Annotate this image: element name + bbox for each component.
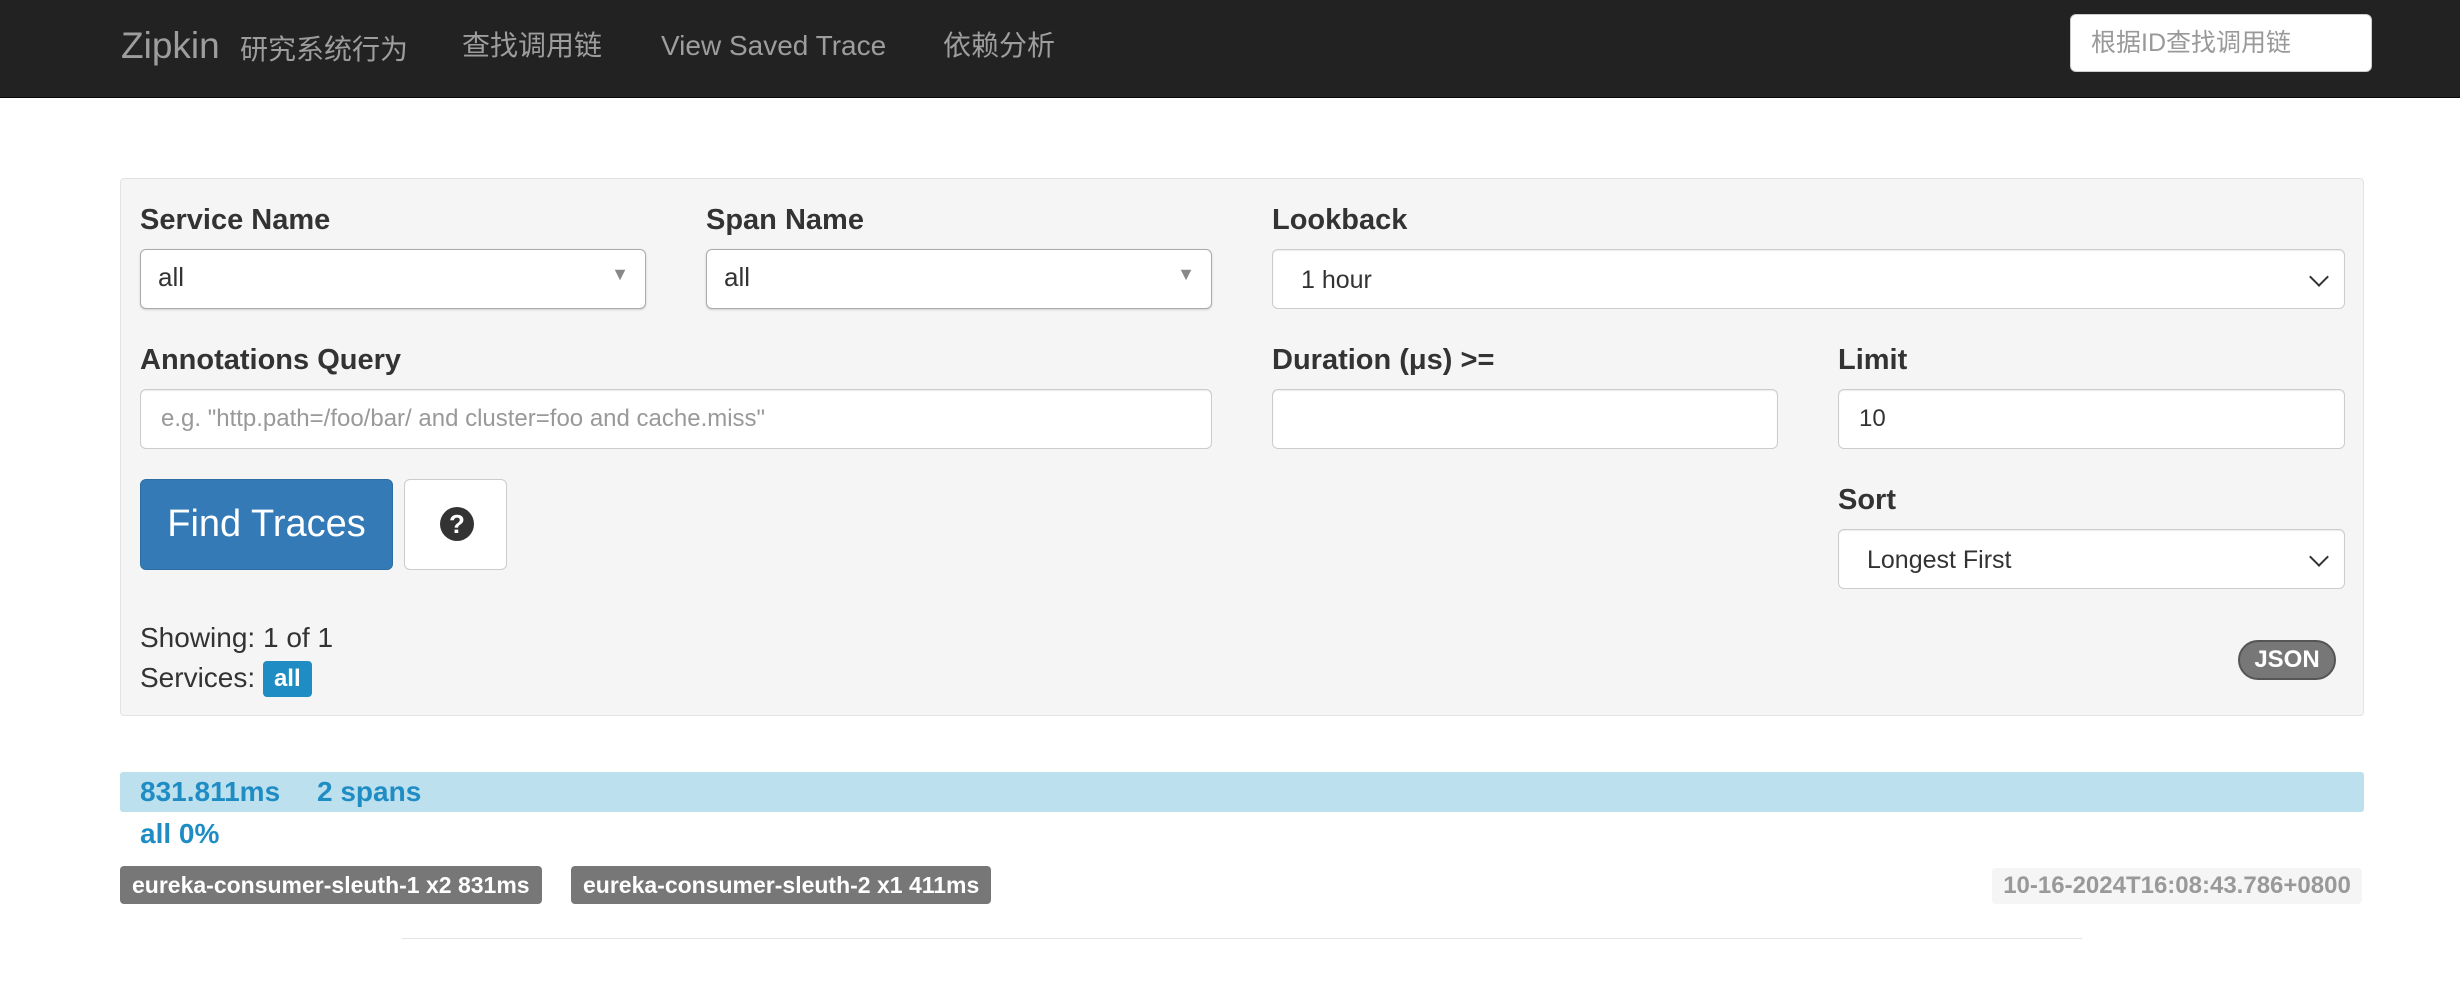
trace-service-percentage: all 0%: [140, 818, 220, 849]
dropdown-triangle-icon: ▼: [611, 264, 629, 284]
service-duration-badge[interactable]: eureka-consumer-sleuth-2 x1 411ms: [571, 866, 992, 904]
annotations-query-label: Annotations Query: [140, 344, 402, 376]
span-name-label: Span Name: [706, 204, 864, 236]
duration-label: Duration (μs) >=: [1272, 344, 1495, 376]
span-name-select[interactable]: all ▼: [706, 249, 1212, 309]
lookback-label: Lookback: [1272, 204, 1408, 236]
sort-value: Longest First: [1867, 546, 2012, 574]
limit-input[interactable]: [1838, 389, 2345, 449]
trace-id-search-input[interactable]: [2070, 14, 2372, 72]
service-name-select[interactable]: all ▼: [140, 249, 646, 309]
trace-duration-bar[interactable]: 831.811ms 2 spans: [120, 772, 2364, 812]
chevron-down-icon: [2309, 267, 2329, 287]
limit-label: Limit: [1838, 344, 1908, 376]
brand-subtitle: 研究系统行为: [240, 34, 409, 65]
services-label: Services:: [140, 662, 256, 693]
service-badge-all[interactable]: all: [262, 661, 312, 697]
search-panel: Service Name all ▼ Span Name all ▼ Lookb…: [120, 178, 2364, 716]
sort-label: Sort: [1838, 484, 1896, 516]
dropdown-triangle-icon: ▼: [1177, 264, 1195, 284]
trace-span-count: 2 spans: [317, 776, 422, 807]
nav-dependencies[interactable]: 依赖分析: [943, 26, 1055, 66]
sort-select[interactable]: Longest First: [1838, 529, 2345, 589]
results-count: Showing: 1 of 1: [140, 622, 334, 653]
trace-duration: 831.811ms: [140, 776, 281, 807]
nav-view-saved-trace[interactable]: View Saved Trace: [661, 26, 886, 66]
service-duration-badge[interactable]: eureka-consumer-sleuth-1 x2 831ms: [120, 866, 542, 904]
find-traces-button[interactable]: Find Traces: [140, 479, 393, 570]
nav-find-traces[interactable]: 查找调用链: [462, 26, 602, 66]
services-filter: Services: all: [140, 661, 312, 697]
span-name-value: all: [724, 262, 751, 292]
lookback-select[interactable]: 1 hour: [1272, 249, 2345, 309]
service-name-label: Service Name: [140, 204, 331, 236]
trace-timestamp: 10-16-2024T16:08:43.786+0800: [1992, 868, 2362, 904]
top-navbar: Zipkin 研究系统行为 查找调用链 View Saved Trace 依赖分…: [0, 0, 2460, 98]
json-button[interactable]: JSON: [2238, 640, 2336, 680]
question-circle-icon: ?: [440, 507, 474, 541]
duration-input[interactable]: [1272, 389, 1778, 449]
brand-logo[interactable]: Zipkin: [121, 26, 220, 66]
service-name-value: all: [158, 262, 185, 292]
lookback-value: 1 hour: [1301, 266, 1372, 294]
result-divider: [402, 938, 2082, 939]
annotations-query-input[interactable]: [140, 389, 1212, 449]
help-button[interactable]: ?: [404, 479, 507, 570]
chevron-down-icon: [2309, 547, 2329, 567]
